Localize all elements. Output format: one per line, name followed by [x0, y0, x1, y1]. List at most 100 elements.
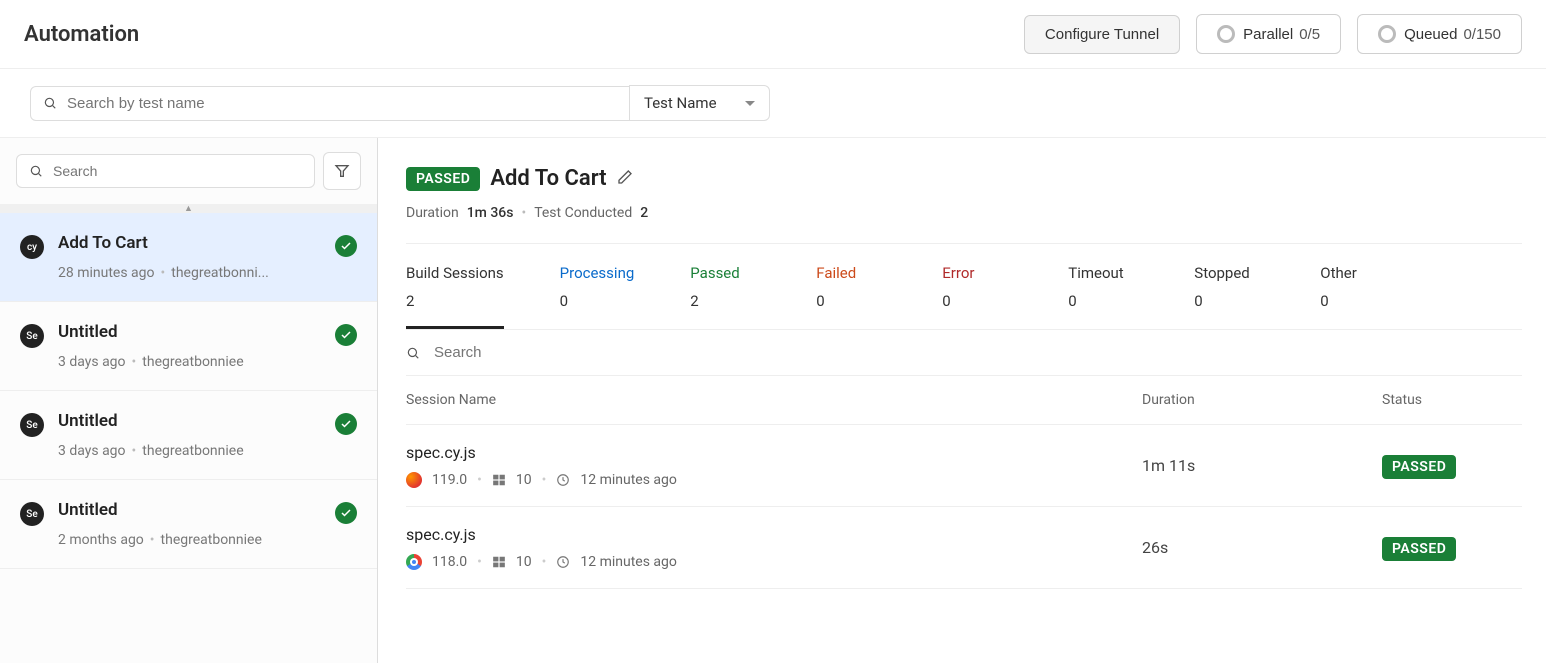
build-item[interactable]: cy Add To Cart 28 minutes ago•thegreatbonn…	[0, 213, 377, 302]
session-table-header: Session Name Duration Status	[406, 376, 1522, 425]
tab-label: Failed	[816, 264, 886, 282]
status-dot-icon	[335, 413, 357, 435]
sidebar-search-input[interactable]	[53, 163, 302, 179]
build-item[interactable]: Se✓Untitled3 days ago•thegreatbonniee	[0, 302, 377, 391]
session-status-badge: PASSED	[1382, 455, 1456, 479]
col-session-name: Session Name	[406, 392, 1142, 408]
tab-label: Timeout	[1068, 264, 1138, 282]
global-search[interactable]	[30, 86, 630, 121]
status-tabs: Build Sessions2Processing0Passed2Failed0…	[406, 243, 1522, 330]
status-tab[interactable]: Build Sessions2	[406, 264, 504, 329]
session-row[interactable]: spec.cy.js118.0•10•12 minutes ago26sPASS…	[406, 507, 1522, 589]
status-dot-icon	[335, 324, 357, 346]
build-list[interactable]: ▲ cy Add To Cart 28 minutes ago•thegreatbo…	[0, 204, 377, 663]
tool-icon: cy	[20, 235, 44, 259]
status-tab[interactable]: Other 0	[1320, 264, 1390, 329]
tab-value: 0	[942, 292, 1012, 310]
sidebar: ▲ cy Add To Cart 28 minutes ago•thegreatbo…	[0, 138, 378, 663]
edit-title-button[interactable]	[617, 169, 633, 189]
session-row[interactable]: spec.cy.js 119.0•10•12 minutes ago1m 11sP…	[406, 425, 1522, 507]
browser-icon	[406, 554, 422, 570]
search-type-label: Test Name	[644, 94, 717, 112]
session-table-body: spec.cy.js 119.0•10•12 minutes ago1m 11sP…	[406, 425, 1522, 589]
ring-icon	[1217, 25, 1235, 43]
status-tab[interactable]: Failed0	[816, 264, 886, 329]
duration-label: Duration	[406, 205, 459, 221]
session-search-input[interactable]	[434, 344, 633, 361]
clock-icon	[556, 555, 570, 569]
build-item[interactable]: Se✓ Untitled 2 months ago•thegreatbonniee	[0, 480, 377, 569]
status-tab[interactable]: Passed 2	[690, 264, 760, 329]
session-duration: 26s	[1142, 538, 1382, 557]
global-search-input[interactable]	[67, 95, 617, 112]
session-meta: 118.0•10•12 minutes ago	[406, 554, 1142, 570]
build-name: Untitled	[58, 411, 321, 431]
sidebar-controls	[0, 138, 377, 204]
pencil-icon	[617, 169, 633, 185]
windows-icon	[492, 473, 506, 487]
build-name: Add To Cart	[58, 233, 321, 253]
parallel-label: Parallel	[1243, 26, 1293, 43]
content: ▲ cy Add To Cart 28 minutes ago•thegreatbo…	[0, 138, 1546, 663]
filter-icon	[334, 163, 350, 179]
build-meta: 3 days ago•thegreatbonniee	[58, 354, 321, 370]
status-tab[interactable]: Stopped0	[1194, 264, 1264, 329]
configure-tunnel-button[interactable]: Configure Tunnel	[1024, 15, 1180, 54]
windows-icon	[492, 555, 506, 569]
tab-label: Error	[942, 264, 1012, 282]
build-meta: 28 minutes ago•thegreatbonni...	[58, 265, 321, 281]
tab-value: 0	[1320, 292, 1390, 310]
separator-icon: •	[521, 205, 526, 221]
build-item[interactable]: Se✓ Untitled 3 days ago•thegreatbonniee	[0, 391, 377, 480]
session-search[interactable]	[406, 330, 1522, 376]
test-conducted-label: Test Conducted	[534, 205, 632, 221]
tool-icon: Se✓	[20, 324, 44, 348]
session-time: 12 minutes ago	[580, 472, 677, 488]
session-name: spec.cy.js	[406, 525, 1142, 544]
parallel-value: 0/5	[1299, 26, 1320, 43]
browser-version: 118.0	[432, 554, 467, 570]
detail-panel: PASSED Add To Cart Duration 1m 36s • Tes…	[378, 138, 1546, 663]
duration-value: 1m 36s	[467, 205, 514, 221]
build-name: Untitled	[58, 500, 321, 520]
col-status: Status	[1382, 392, 1522, 408]
queued-button[interactable]: Queued 0/150	[1357, 14, 1522, 54]
col-duration: Duration	[1142, 392, 1382, 408]
tab-value: 0	[1194, 292, 1264, 310]
tab-label: Build Sessions	[406, 264, 504, 282]
os-version: 10	[516, 554, 532, 570]
build-meta: 2 months ago•thegreatbonniee	[58, 532, 321, 548]
tab-value: 2	[690, 292, 760, 310]
clock-icon	[556, 473, 570, 487]
session-time: 12 minutes ago	[580, 554, 677, 570]
tool-icon: Se✓	[20, 502, 44, 526]
parallel-button[interactable]: Parallel 0/5	[1196, 14, 1341, 54]
tab-value: 0	[560, 292, 635, 310]
status-badge: PASSED	[406, 167, 480, 191]
os-version: 10	[516, 472, 532, 488]
session-duration: 1m 11s	[1142, 456, 1382, 475]
search-icon	[406, 346, 420, 360]
status-tab[interactable]: Processing 0	[560, 264, 635, 329]
filter-button[interactable]	[323, 152, 361, 190]
tab-label: Processing	[560, 264, 635, 282]
tool-icon: Se✓	[20, 413, 44, 437]
detail-title: Add To Cart	[490, 166, 606, 191]
queued-label: Queued	[1404, 26, 1457, 43]
page-title: Automation	[24, 22, 139, 47]
scroll-up-icon: ▲	[0, 204, 377, 213]
tab-label: Other	[1320, 264, 1390, 282]
search-icon	[43, 96, 57, 110]
browser-version: 119.0	[432, 472, 467, 488]
session-name: spec.cy.js	[406, 443, 1142, 462]
top-header: Automation Configure Tunnel Parallel 0/5…	[0, 0, 1546, 69]
search-type-select[interactable]: Test Name	[629, 85, 770, 121]
build-meta: 3 days ago•thegreatbonniee	[58, 443, 321, 459]
status-tab[interactable]: Timeout0	[1068, 264, 1138, 329]
ring-icon	[1378, 25, 1396, 43]
tab-label: Passed	[690, 264, 760, 282]
summary-line: Duration 1m 36s • Test Conducted 2	[406, 205, 1522, 221]
sidebar-search[interactable]	[16, 154, 315, 188]
status-tab[interactable]: Error 0	[942, 264, 1012, 329]
session-meta: 119.0•10•12 minutes ago	[406, 472, 1142, 488]
